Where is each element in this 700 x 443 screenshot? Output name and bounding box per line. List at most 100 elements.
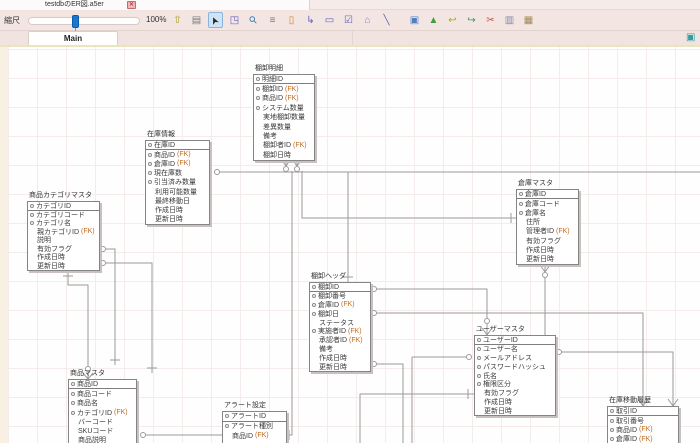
notnull-marker [148, 143, 152, 147]
notnull-marker [519, 192, 523, 196]
zoom-slider-thumb[interactable] [72, 15, 79, 28]
notnull-marker [519, 202, 523, 206]
entity-field-row: 有効フラグ [475, 389, 555, 398]
field-name: 住所 [526, 218, 540, 227]
copy-icon[interactable]: ▥ [502, 12, 517, 28]
entity-field-row: 住所 [517, 218, 578, 227]
zoom-icon[interactable]: ⚲ [246, 12, 261, 28]
entity-box: アラートIDアラート種別商品ID (FK) [222, 411, 287, 443]
entity-field-row: 倉庫ID (FK) [608, 435, 678, 443]
cursor-icon[interactable]: ➤ [208, 12, 223, 28]
entity-field-row: アラートID [223, 412, 286, 422]
entity-zaiko-joho[interactable]: 在庫情報在庫ID商品ID (FK)倉庫ID (FK)現在庫数引当済み数量利用可能… [145, 140, 210, 225]
copy-icon-glyph: ▥ [505, 15, 514, 26]
field-name: 利用可能数量 [155, 187, 197, 196]
notnull-marker [477, 347, 481, 351]
checkbox-icon[interactable]: ☑ [341, 12, 356, 28]
list-icon[interactable]: ≡ [265, 12, 280, 28]
entity-shohin-category-master[interactable]: 商品カテゴリマスタカテゴリIDカテゴリコードカテゴリ名親カテゴリID (FK)説… [27, 201, 100, 271]
entity-field-row: 商品ID [69, 380, 136, 389]
notnull-marker [610, 409, 614, 413]
entity-field-row: 棚卸日時 [254, 150, 314, 159]
entity-soko-master[interactable]: 倉庫マスタ倉庫ID倉庫コード倉庫名住所管理者ID (FK)有効フラグ作成日時更新… [516, 189, 579, 265]
zoom-slider[interactable] [28, 17, 140, 25]
clipboard-icon[interactable]: ▣ [686, 32, 695, 43]
field-name: バーコード [78, 417, 113, 426]
er-diagram-canvas[interactable]: 棚卸明細明細ID棚卸ID (FK)商品ID (FK)システム数量実地棚卸数量差異… [0, 45, 700, 443]
cut-icon[interactable]: ✂ [483, 12, 498, 28]
open-icon-glyph: ⇧ [173, 15, 181, 26]
line-icon[interactable]: ╲ [379, 12, 394, 28]
entity-field-row: 棚卸番号 [310, 292, 370, 301]
entity-field-row: 商品説明 [69, 436, 136, 443]
fk-tag: (FK) [341, 301, 355, 308]
field-name: 引当済み数量 [154, 178, 196, 187]
redo-icon[interactable]: ↪ [464, 12, 479, 28]
entity-field-row: 備考 [254, 131, 314, 140]
relation-icon[interactable]: ↳ [303, 12, 318, 28]
page-icon[interactable]: ▯ [284, 12, 299, 28]
field-name: 棚卸者ID [263, 141, 291, 150]
comment-icon[interactable]: ▭ [322, 12, 337, 28]
undo-icon[interactable]: ↩ [445, 12, 460, 28]
entity-alert-settei[interactable]: アラート設定アラートIDアラート種別商品ID (FK) [222, 411, 287, 443]
notnull-marker [71, 382, 75, 386]
notnull-marker [225, 424, 229, 428]
field-name: パスワードハッシュ [483, 362, 546, 371]
relation-icon-glyph: ↳ [306, 15, 314, 26]
field-name: 説明 [37, 236, 51, 245]
entity-field-row: カテゴリID (FK) [69, 408, 136, 417]
entity-tanaoroshi-meisai[interactable]: 棚卸明細明細ID棚卸ID (FK)商品ID (FK)システム数量実地棚卸数量差異… [253, 74, 315, 161]
tree-icon[interactable]: ▲ [426, 12, 441, 28]
print-icon[interactable]: ▤ [189, 12, 204, 28]
entity-field-row: 更新日時 [310, 362, 370, 371]
entity-title: 商品マスタ [70, 368, 105, 378]
fk-tag: (FK) [177, 151, 191, 158]
field-name: ユーザーID [483, 336, 518, 345]
entity-box: カテゴリIDカテゴリコードカテゴリ名親カテゴリID (FK)説明有効フラグ作成日… [27, 201, 100, 271]
field-name: 取引ID [616, 407, 637, 416]
field-name: 最終移動日 [155, 196, 190, 205]
paste-icon[interactable]: ▦ [521, 12, 536, 28]
entity-box: 取引ID取引番号商品ID (FK)倉庫ID (FK)入出庫区分ID (FK) [607, 406, 679, 443]
entity-zaiko-ido-rireki[interactable]: 在庫移動履歴取引ID取引番号商品ID (FK)倉庫ID (FK)入出庫区分ID … [607, 406, 679, 443]
open-icon[interactable]: ⇧ [170, 12, 185, 28]
field-name: 承認者ID [319, 336, 347, 345]
field-name: 実施者ID [318, 327, 346, 336]
tab-main[interactable]: Main [28, 31, 118, 45]
field-name: 倉庫ID [154, 159, 175, 168]
field-name: 更新日時 [37, 262, 65, 271]
entity-field-row: カテゴリID [28, 202, 99, 211]
page-icon-glyph: ▯ [289, 15, 295, 26]
field-name: 商品説明 [78, 436, 106, 443]
entity-box: 在庫ID商品ID (FK)倉庫ID (FK)現在庫数引当済み数量利用可能数量最終… [145, 140, 210, 225]
entity-field-row: 作成日時 [146, 205, 209, 214]
notnull-marker [477, 382, 481, 386]
notnull-marker [256, 106, 260, 110]
notnull-marker [312, 312, 316, 316]
notnull-marker [30, 213, 34, 217]
fk-tag: (FK) [177, 160, 191, 167]
field-name: 棚卸ID [318, 283, 339, 292]
zoom-value: 100% [146, 15, 166, 24]
close-tab-icon[interactable]: ✕ [127, 1, 136, 9]
entity-field-row: 備考 [310, 345, 370, 354]
entity-user-master[interactable]: ユーザーマスタユーザーIDユーザー名メールアドレスパスワードハッシュ氏名権限区分… [474, 335, 556, 416]
shape-icon[interactable]: ⌂ [360, 12, 375, 28]
entity-field-row: 倉庫ID (FK) [310, 301, 370, 310]
field-name: システム数量 [262, 103, 304, 112]
entity-title: 商品カテゴリマスタ [29, 190, 92, 200]
entity-shohin-master[interactable]: 商品マスタ商品ID商品コード商品名カテゴリID (FK)バーコードSKUコード商… [68, 379, 137, 443]
fk-tag: (FK) [639, 426, 653, 433]
tab-bar-divider [352, 31, 353, 45]
field-name: 有効フラグ [37, 245, 72, 254]
entity-field-row: 更新日時 [475, 406, 555, 415]
notnull-marker [312, 285, 316, 289]
toolbar: 縮尺 100% ⇧▤➤◳⚲≡▯↳▭☑⌂╲▣▲↩↪✂▥▦ [0, 10, 700, 31]
entity-field-row: アラート種別 [223, 422, 286, 432]
marquee-icon[interactable]: ◳ [227, 12, 242, 28]
cube-icon[interactable]: ▣ [407, 12, 422, 28]
notnull-marker [477, 338, 481, 342]
entity-tanaoroshi-header[interactable]: 棚卸ヘッダ棚卸ID棚卸番号倉庫ID (FK)棚卸日ステータス実施者ID (FK)… [309, 282, 371, 372]
document-tab[interactable]: testdbのER図.a5er ✕ [0, 0, 310, 10]
